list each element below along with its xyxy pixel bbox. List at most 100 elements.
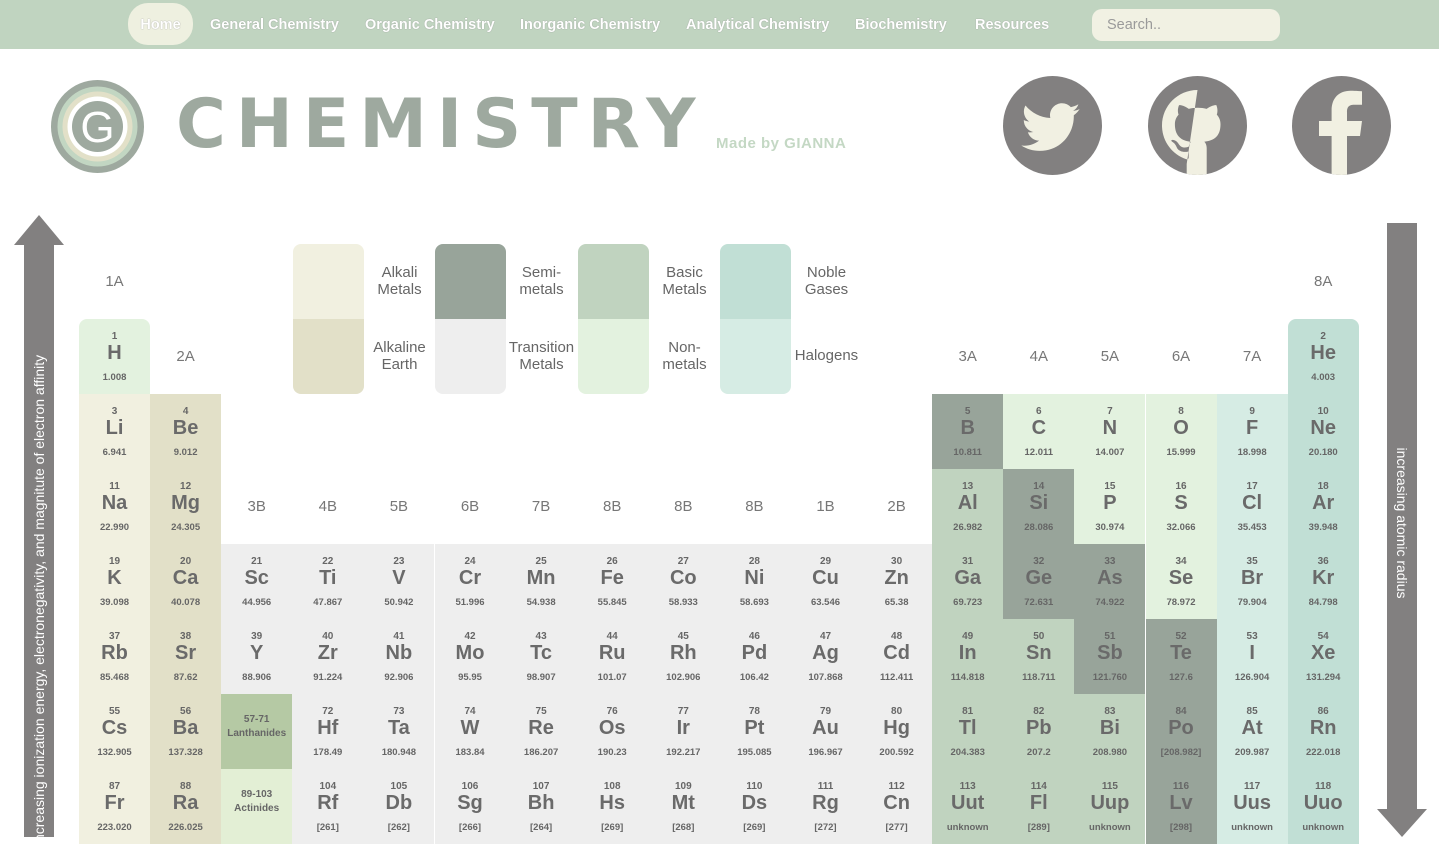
element-te[interactable]: 52 Te 127.6 — [1145, 619, 1217, 694]
element-zn[interactable]: 30 Zn 65.38 — [861, 544, 933, 619]
element-ar[interactable]: 18 Ar 39.948 — [1287, 469, 1359, 544]
element-ni[interactable]: 28 Ni 58.693 — [718, 544, 790, 619]
element-uut[interactable]: 113 Uut unknown — [932, 769, 1004, 844]
nav-home[interactable]: Home — [128, 3, 193, 45]
element-li[interactable]: 3 Li 6.941 — [79, 394, 150, 469]
element-f[interactable]: 9 F 18.998 — [1216, 394, 1288, 469]
element-ga[interactable]: 31 Ga 69.723 — [932, 544, 1004, 619]
element-sn[interactable]: 50 Sn 118.711 — [1003, 619, 1075, 694]
element-br[interactable]: 35 Br 79.904 — [1216, 544, 1288, 619]
element-sr[interactable]: 38 Sr 87.62 — [150, 619, 222, 694]
element-hf[interactable]: 72 Hf 178.49 — [292, 694, 364, 769]
element-ir[interactable]: 77 Ir 192.217 — [647, 694, 719, 769]
element-ra[interactable]: 88 Ra 226.025 — [150, 769, 222, 844]
element-rg[interactable]: 111 Rg [272] — [790, 769, 861, 844]
element-co[interactable]: 27 Co 58.933 — [647, 544, 719, 619]
element-pb[interactable]: 82 Pb 207.2 — [1003, 694, 1075, 769]
element-ba[interactable]: 56 Ba 137.328 — [150, 694, 222, 769]
element-mg[interactable]: 12 Mg 24.305 — [150, 469, 222, 544]
element-sc[interactable]: 21 Sc 44.956 — [221, 544, 293, 619]
element-au[interactable]: 79 Au 196.967 — [790, 694, 861, 769]
element-uup[interactable]: 115 Uup unknown — [1074, 769, 1146, 844]
element-ge[interactable]: 32 Ge 72.631 — [1003, 544, 1075, 619]
element-ta[interactable]: 73 Ta 180.948 — [363, 694, 435, 769]
element-o[interactable]: 8 O 15.999 — [1145, 394, 1217, 469]
element-ru[interactable]: 44 Ru 101.07 — [576, 619, 648, 694]
nav-organic-chemistry[interactable]: Organic Chemistry — [365, 3, 495, 45]
element-cl[interactable]: 17 Cl 35.453 — [1216, 469, 1288, 544]
element-v[interactable]: 23 V 50.942 — [363, 544, 435, 619]
element-mn[interactable]: 25 Mn 54.938 — [505, 544, 577, 619]
element-b[interactable]: 5 B 10.811 — [932, 394, 1004, 469]
element-al[interactable]: 13 Al 26.982 — [932, 469, 1004, 544]
element-he[interactable]: 2 He 4.003 — [1287, 319, 1359, 394]
element-uuo[interactable]: 118 Uuo unknown — [1287, 769, 1359, 844]
element-y[interactable]: 39 Y 88.906 — [221, 619, 293, 694]
element-rh[interactable]: 45 Rh 102.906 — [647, 619, 719, 694]
element-xe[interactable]: 54 Xe 131.294 — [1287, 619, 1359, 694]
github-link[interactable] — [1148, 76, 1247, 175]
element-rf[interactable]: 104 Rf [261] — [292, 769, 364, 844]
element-tc[interactable]: 43 Tc 98.907 — [505, 619, 577, 694]
nav-inorganic-chemistry[interactable]: Inorganic Chemistry — [520, 3, 660, 45]
site-logo[interactable]: G — [50, 79, 145, 174]
element-cn[interactable]: 112 Cn [277] — [861, 769, 933, 844]
element-cr[interactable]: 24 Cr 51.996 — [434, 544, 506, 619]
twitter-link[interactable] — [1003, 76, 1102, 175]
element-ca[interactable]: 20 Ca 40.078 — [150, 544, 222, 619]
nav-general-chemistry[interactable]: General Chemistry — [210, 3, 339, 45]
element-c[interactable]: 6 C 12.011 — [1003, 394, 1075, 469]
nav-biochemistry[interactable]: Biochemistry — [855, 3, 947, 45]
element-kr[interactable]: 36 Kr 84.798 — [1287, 544, 1359, 619]
element-ne[interactable]: 10 Ne 20.180 — [1287, 394, 1359, 469]
element-lanthanides[interactable]: 57-71 Lanthanides — [221, 694, 293, 769]
element-tl[interactable]: 81 Tl 204.383 — [932, 694, 1004, 769]
element-s[interactable]: 16 S 32.066 — [1145, 469, 1217, 544]
nav-analytical-chemistry[interactable]: Analytical Chemistry — [686, 3, 829, 45]
element-sg[interactable]: 106 Sg [266] — [434, 769, 506, 844]
element-ag[interactable]: 47 Ag 107.868 — [790, 619, 861, 694]
element-re[interactable]: 75 Re 186.207 — [505, 694, 577, 769]
element-fr[interactable]: 87 Fr 223.020 — [79, 769, 150, 844]
element-actinides[interactable]: 89-103 Actinides — [221, 769, 293, 844]
element-bi[interactable]: 83 Bi 208.980 — [1074, 694, 1146, 769]
element-uus[interactable]: 117 Uus unknown — [1216, 769, 1288, 844]
element-at[interactable]: 85 At 209.987 — [1216, 694, 1288, 769]
element-mt[interactable]: 109 Mt [268] — [647, 769, 719, 844]
element-si[interactable]: 14 Si 28.086 — [1003, 469, 1075, 544]
element-os[interactable]: 76 Os 190.23 — [576, 694, 648, 769]
element-n[interactable]: 7 N 14.007 — [1074, 394, 1146, 469]
element-be[interactable]: 4 Be 9.012 — [150, 394, 222, 469]
element-i[interactable]: 53 I 126.904 — [1216, 619, 1288, 694]
element-w[interactable]: 74 W 183.84 — [434, 694, 506, 769]
search-input[interactable] — [1092, 9, 1280, 41]
element-bh[interactable]: 107 Bh [264] — [505, 769, 577, 844]
element-po[interactable]: 84 Po [208.982] — [1145, 694, 1217, 769]
element-h[interactable]: 1 H 1.008 — [79, 319, 150, 394]
element-in[interactable]: 49 In 114.818 — [932, 619, 1004, 694]
element-na[interactable]: 11 Na 22.990 — [79, 469, 150, 544]
facebook-link[interactable] — [1292, 76, 1391, 175]
element-fe[interactable]: 26 Fe 55.845 — [576, 544, 648, 619]
element-se[interactable]: 34 Se 78.972 — [1145, 544, 1217, 619]
element-pt[interactable]: 78 Pt 195.085 — [718, 694, 790, 769]
element-lv[interactable]: 116 Lv [298] — [1145, 769, 1217, 844]
element-pd[interactable]: 46 Pd 106.42 — [718, 619, 790, 694]
element-ds[interactable]: 110 Ds [269] — [718, 769, 790, 844]
element-cs[interactable]: 55 Cs 132.905 — [79, 694, 150, 769]
element-cd[interactable]: 48 Cd 112.411 — [861, 619, 933, 694]
element-hg[interactable]: 80 Hg 200.592 — [861, 694, 933, 769]
element-p[interactable]: 15 P 30.974 — [1074, 469, 1146, 544]
element-rn[interactable]: 86 Rn 222.018 — [1287, 694, 1359, 769]
element-as[interactable]: 33 As 74.922 — [1074, 544, 1146, 619]
element-cu[interactable]: 29 Cu 63.546 — [790, 544, 861, 619]
element-sb[interactable]: 51 Sb 121.760 — [1074, 619, 1146, 694]
element-hs[interactable]: 108 Hs [269] — [576, 769, 648, 844]
element-ti[interactable]: 22 Ti 47.867 — [292, 544, 364, 619]
element-mo[interactable]: 42 Mo 95.95 — [434, 619, 506, 694]
element-db[interactable]: 105 Db [262] — [363, 769, 435, 844]
element-k[interactable]: 19 K 39.098 — [79, 544, 150, 619]
nav-resources[interactable]: Resources — [975, 3, 1049, 45]
element-rb[interactable]: 37 Rb 85.468 — [79, 619, 150, 694]
element-zr[interactable]: 40 Zr 91.224 — [292, 619, 364, 694]
